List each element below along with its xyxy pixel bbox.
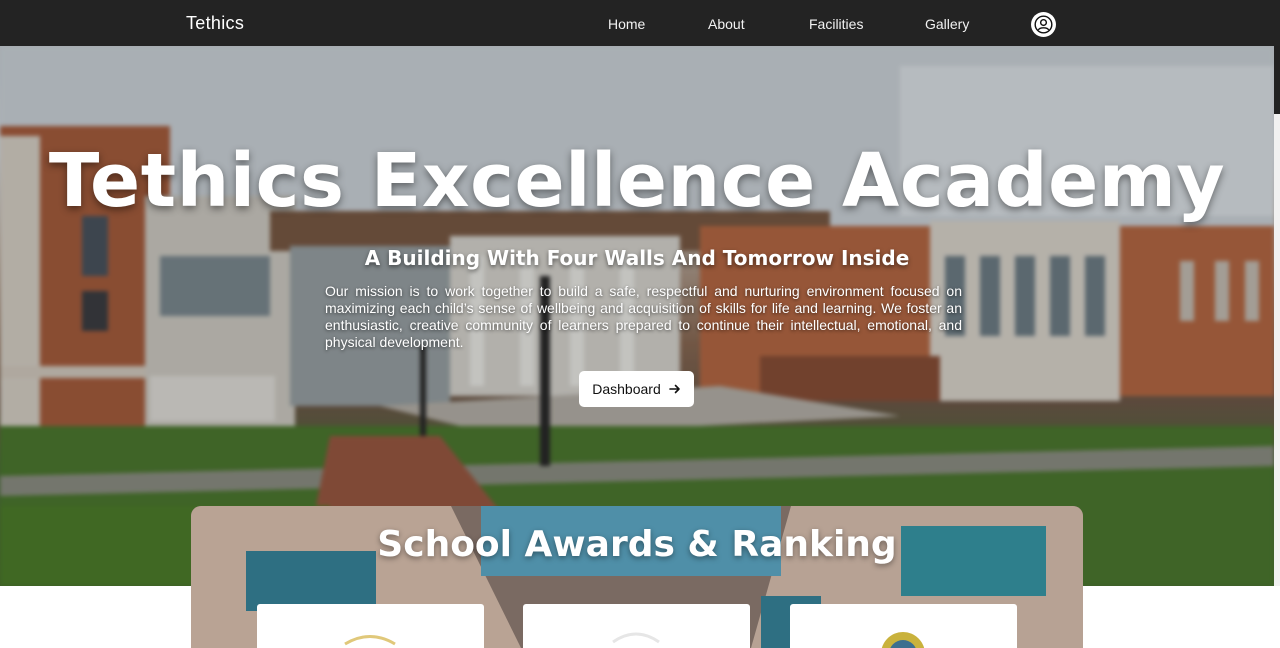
nav-about[interactable]: About — [708, 16, 745, 32]
dashboard-button[interactable]: Dashboard — [579, 371, 694, 407]
award-card-3 — [790, 604, 1017, 648]
nav-facilities[interactable]: Facilities — [809, 16, 863, 32]
awards-section: School Awards & Ranking — [191, 506, 1083, 648]
hero-title: Tethics Excellence Academy — [48, 138, 1226, 224]
hero-section: Tethics Excellence Academy A Building Wi… — [0, 46, 1274, 586]
scrollbar-thumb[interactable] — [1274, 46, 1280, 114]
navbar: Tethics Home About Facilities Gallery — [0, 0, 1280, 46]
award-badge-icon — [612, 632, 660, 644]
award-card-1 — [257, 604, 484, 648]
profile-button[interactable] — [1031, 12, 1056, 37]
awards-title: School Awards & Ranking — [377, 524, 897, 565]
scrollbar-track[interactable] — [1274, 46, 1280, 586]
brand-logo[interactable]: Tethics — [186, 13, 244, 34]
mission-statement: Our mission is to work together to build… — [325, 283, 962, 350]
award-badge-icon — [881, 632, 925, 648]
award-badge-icon — [344, 635, 396, 646]
user-circle-icon — [1034, 15, 1053, 34]
award-card-2 — [523, 604, 750, 648]
nav-gallery[interactable]: Gallery — [925, 16, 969, 32]
dashboard-button-label: Dashboard — [592, 381, 661, 397]
nav-home[interactable]: Home — [608, 16, 645, 32]
arrow-right-icon — [668, 384, 680, 394]
hero-subtitle: A Building With Four Walls And Tomorrow … — [364, 246, 910, 270]
